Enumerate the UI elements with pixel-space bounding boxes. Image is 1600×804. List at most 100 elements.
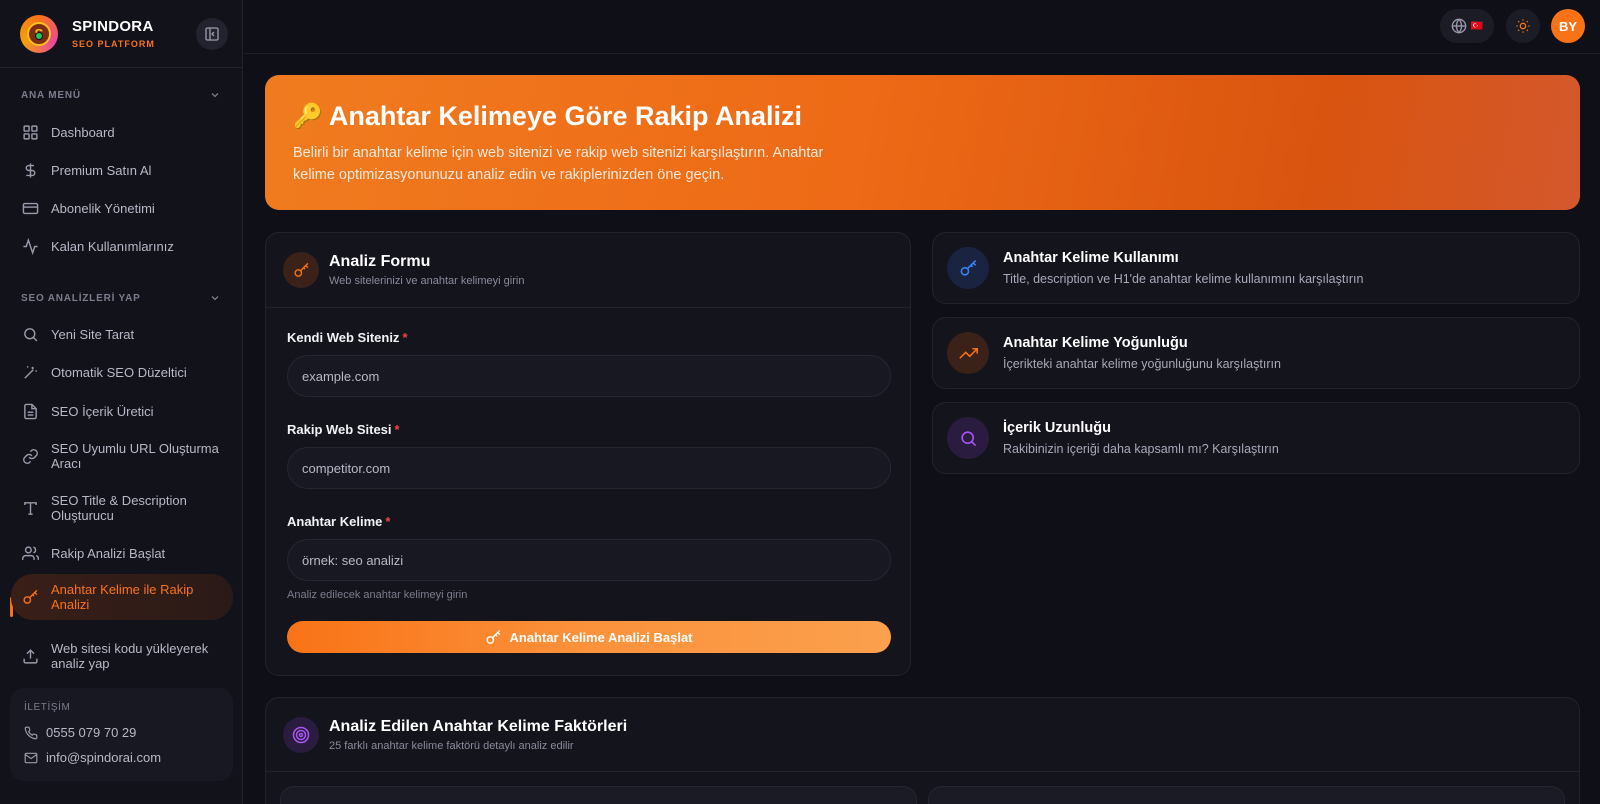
contact-phone-text: 0555 079 70 29	[46, 725, 137, 740]
section-seo-analyses[interactable]: SEO ANALİZLERİ YAP	[0, 292, 242, 304]
info-card-title: Anahtar Kelime Kullanımı	[1003, 250, 1179, 266]
document-icon	[21, 402, 39, 420]
sidebar-item-auto-seo-fixer[interactable]: Otomatik SEO Düzeltici	[0, 363, 242, 381]
start-keyword-analysis-button[interactable]: Anahtar Kelime Analizi Başlat	[287, 621, 891, 653]
credit-card-icon	[21, 199, 39, 217]
sidebar-item-content-generator[interactable]: SEO İçerik Üretici	[0, 402, 242, 420]
activity-icon	[21, 237, 39, 255]
type-icon	[21, 499, 39, 517]
own-site-placeholder: example.com	[302, 368, 380, 384]
link-icon	[21, 447, 39, 465]
competitor-site-placeholder: competitor.com	[302, 460, 391, 476]
competitor-site-label: Rakip Web Sitesi *	[287, 422, 400, 437]
form-card-header: Analiz Formu Web sitelerinizi ve anahtar…	[266, 233, 910, 307]
panel-left-icon	[205, 27, 219, 41]
sidebar-item-label: Dashboard	[51, 124, 115, 140]
online-status-dot	[35, 32, 43, 40]
factors-subtitle: 25 farklı anahtar kelime faktörü detaylı…	[329, 739, 574, 752]
own-site-input[interactable]: example.com	[287, 355, 891, 397]
keyword-label: Anahtar Kelime *	[287, 514, 390, 529]
sidebar-item-label: Abonelik Yönetimi	[51, 200, 155, 216]
required-mark: *	[402, 330, 408, 345]
competitor-label-text: Rakip Web Sitesi	[287, 422, 392, 437]
top-bar: 🇹🇷 BY	[243, 0, 1600, 54]
factors-divider	[266, 771, 1579, 772]
analysis-form-card: Analiz Formu Web sitelerinizi ve anahtar…	[265, 232, 911, 676]
sidebar-item-keyword-competitor[interactable]: Anahtar Kelime ile Rakip Analizi	[11, 574, 233, 620]
sidebar-item-subscription[interactable]: Abonelik Yönetimi	[0, 199, 242, 217]
required-mark: *	[385, 514, 391, 529]
collapse-sidebar-button[interactable]	[196, 18, 228, 50]
page-title-text: Anahtar Kelimeye Göre Rakip Analizi	[328, 101, 803, 131]
dollar-icon	[21, 161, 39, 179]
key-emoji-icon: 🔑	[293, 103, 323, 130]
contact-phone[interactable]: 0555 079 70 29	[24, 725, 219, 740]
sidebar-item-label: Anahtar Kelime ile Rakip Analizi	[51, 582, 194, 612]
sidebar-item-label: SEO İçerik Üretici	[51, 403, 154, 419]
info-card-content-length: İçerik Uzunluğu Rakibinizin içeriği daha…	[932, 402, 1580, 474]
contact-email-text: info@spindorai.com	[46, 750, 162, 765]
target-icon	[283, 716, 319, 753]
flag-icon: 🇹🇷	[1470, 20, 1484, 32]
search-icon	[947, 417, 989, 459]
brand-subtitle: SEO PLATFORM	[72, 39, 155, 49]
sidebar-item-upload-code[interactable]: Web sitesi kodu yükleyerek analiz yap	[0, 640, 242, 672]
chevron-down-icon	[211, 93, 219, 98]
keyword-factors-card: Analiz Edilen Anahtar Kelime Faktörleri …	[265, 697, 1580, 804]
sidebar-item-premium[interactable]: Premium Satın Al	[0, 161, 242, 179]
sidebar-item-url-generator[interactable]: SEO Uyumlu URL Oluşturma Aracı	[0, 440, 242, 472]
required-mark: *	[394, 422, 400, 437]
own-site-label-text: Kendi Web Siteniz	[287, 330, 400, 345]
hero-banner: 🔑 Anahtar Kelimeye Göre Rakip Analizi Be…	[265, 75, 1580, 210]
own-site-label: Kendi Web Siteniz *	[287, 330, 408, 345]
info-card-title: Anahtar Kelime Yoğunluğu	[1003, 335, 1188, 351]
sidebar-item-label: SEO Uyumlu URL Oluşturma Aracı	[51, 441, 219, 471]
form-divider	[266, 307, 910, 308]
info-card-keyword-density: Anahtar Kelime Yoğunluğu İçerikteki anah…	[932, 317, 1580, 389]
form-subtitle: Web sitelerinizi ve anahtar kelimeyi gir…	[329, 275, 525, 287]
sidebar-item-label: Web sitesi kodu yükleyerek analiz yap	[51, 641, 209, 671]
factors-card-header: Analiz Edilen Anahtar Kelime Faktörleri …	[266, 698, 1579, 771]
section-main-menu-title: ANA MENÜ	[21, 89, 81, 101]
search-icon	[21, 325, 39, 343]
sidebar-item-new-scan[interactable]: Yeni Site Tarat	[0, 325, 242, 343]
keyword-label-text: Anahtar Kelime	[287, 514, 383, 529]
section-main-menu[interactable]: ANA MENÜ	[0, 89, 242, 101]
globe-icon	[1451, 18, 1467, 34]
section-seo-title: SEO ANALİZLERİ YAP	[21, 292, 141, 304]
brand-header: S SPINDORA SEO PLATFORM	[0, 0, 242, 68]
sidebar-item-title-description[interactable]: SEO Title & Description Oluşturucu	[0, 492, 242, 524]
sidebar-item-dashboard[interactable]: Dashboard	[0, 123, 242, 141]
users-icon	[21, 544, 39, 562]
factor-item	[928, 786, 1565, 804]
brand-name: SPINDORA	[72, 18, 154, 35]
contact-email[interactable]: info@spindorai.com	[24, 750, 219, 765]
dashboard-icon	[21, 123, 39, 141]
info-card-desc: Title, description ve H1'de anahtar keli…	[1003, 272, 1364, 286]
sidebar-item-competitor-analysis[interactable]: Rakip Analizi Başlat	[0, 544, 242, 562]
factors-title: Analiz Edilen Anahtar Kelime Faktörleri	[329, 717, 628, 735]
key-icon	[947, 247, 989, 289]
form-title: Analiz Formu	[329, 253, 431, 270]
contact-box: İLETİŞİM 0555 079 70 29 info@spindorai.c…	[10, 688, 233, 781]
info-card-title: İçerik Uzunluğu	[1003, 420, 1111, 436]
key-icon	[283, 252, 319, 288]
upload-icon	[21, 647, 39, 665]
language-switcher[interactable]: 🇹🇷	[1440, 9, 1494, 43]
theme-toggle-button[interactable]	[1506, 9, 1540, 43]
sidebar-item-label: Kalan Kullanımlarınız	[51, 238, 174, 254]
info-card-desc: İçerikteki anahtar kelime yoğunluğunu ka…	[1003, 357, 1281, 371]
keyword-input[interactable]: örnek: seo analizi	[287, 539, 891, 581]
sidebar-item-label: Rakip Analizi Başlat	[51, 545, 166, 561]
key-icon	[486, 629, 501, 644]
keyword-help-text: Analiz edilecek anahtar kelimeyi girin	[287, 589, 468, 601]
user-avatar[interactable]: BY	[1551, 9, 1585, 43]
trending-up-icon	[947, 332, 989, 374]
start-keyword-analysis-label: Anahtar Kelime Analizi Başlat	[509, 629, 693, 645]
info-card-desc: Rakibinizin içeriği daha kapsamlı mı? Ka…	[1003, 442, 1279, 456]
sidebar: S SPINDORA SEO PLATFORM ANA MENÜ Dashboa…	[0, 0, 243, 804]
sidebar-item-usage[interactable]: Kalan Kullanımlarınız	[0, 237, 242, 255]
contact-title: İLETİŞİM	[24, 702, 71, 713]
competitor-site-input[interactable]: competitor.com	[287, 447, 891, 489]
sidebar-item-label: Yeni Site Tarat	[51, 326, 135, 342]
